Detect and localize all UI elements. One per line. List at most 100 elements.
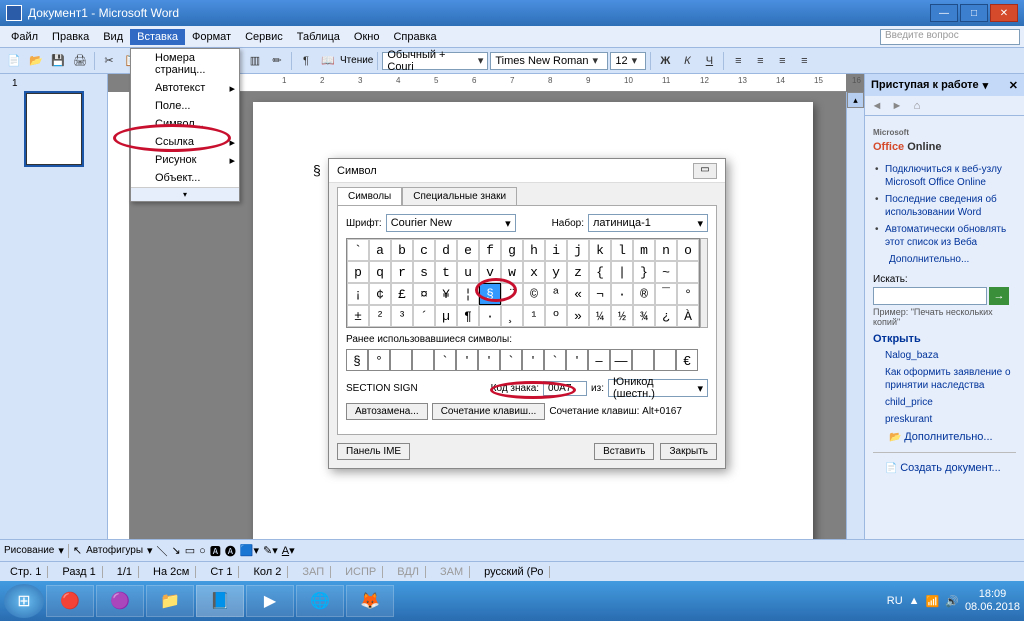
- vertical-scrollbar[interactable]: ▴: [846, 92, 864, 539]
- help-search[interactable]: Введите вопрос: [880, 29, 1020, 45]
- menu-view[interactable]: Вид: [96, 29, 130, 45]
- recent-char[interactable]: §: [346, 349, 368, 371]
- tray-clock[interactable]: 18:09 08.06.2018: [965, 588, 1020, 614]
- file-link[interactable]: Как оформить заявление о принятии наслед…: [873, 364, 1016, 394]
- char-cell[interactable]: £: [391, 283, 413, 305]
- link-connect[interactable]: Подключиться к веб-узлу Microsoft Office…: [873, 161, 1016, 191]
- taskbar-firefox[interactable]: 🦊: [346, 585, 394, 617]
- tab-special[interactable]: Специальные знаки: [402, 187, 517, 205]
- subset-select[interactable]: латиница-1▾: [588, 214, 708, 232]
- file-link[interactable]: child_price: [873, 394, 1016, 411]
- menu-autotext[interactable]: Автотекст▸: [131, 79, 239, 97]
- line-icon[interactable]: ＼: [157, 543, 168, 559]
- pointer-icon[interactable]: ↖: [73, 544, 82, 557]
- page-thumbnail[interactable]: [26, 93, 82, 165]
- fill-color-icon[interactable]: 🟦▾: [240, 544, 259, 557]
- shortcut-button[interactable]: Сочетание клавиш...: [432, 403, 546, 420]
- new-icon[interactable]: 📄: [4, 51, 24, 71]
- char-cell[interactable]: ¨: [501, 283, 523, 305]
- close-button[interactable]: ✕: [990, 4, 1018, 22]
- bold-icon[interactable]: Ж: [655, 51, 675, 71]
- char-cell[interactable]: À: [677, 305, 699, 327]
- wordart-icon[interactable]: 🅐: [225, 543, 236, 559]
- menu-picture[interactable]: Рисунок▸: [131, 151, 239, 169]
- autoshapes-menu[interactable]: Автофигуры: [86, 545, 143, 556]
- char-cell[interactable]: §: [479, 283, 501, 305]
- char-cell[interactable]: x: [523, 261, 545, 283]
- menu-expand-icon[interactable]: ▾: [131, 187, 239, 201]
- maximize-button[interactable]: □: [960, 4, 988, 22]
- taskbar-yandex[interactable]: 🔴: [46, 585, 94, 617]
- menu-help[interactable]: Справка: [386, 29, 443, 45]
- recent-char[interactable]: €: [676, 349, 698, 371]
- create-doc-link[interactable]: 📄 Создать документ...: [873, 459, 1016, 477]
- menu-page-numbers[interactable]: Номера страниц...: [131, 49, 239, 79]
- status-rec[interactable]: ЗАП: [296, 566, 331, 578]
- open-icon[interactable]: 📂: [26, 51, 46, 71]
- recent-char[interactable]: ': [456, 349, 478, 371]
- char-cell[interactable]: °: [677, 283, 699, 305]
- char-cell[interactable]: ¼: [589, 305, 611, 327]
- char-cell[interactable]: t: [435, 261, 457, 283]
- minimize-button[interactable]: —: [930, 4, 958, 22]
- from-select[interactable]: Юникод (шестн.)▾: [608, 379, 708, 397]
- tray-flag-icon[interactable]: ▲: [909, 595, 920, 607]
- recent-char[interactable]: ': [566, 349, 588, 371]
- recent-char[interactable]: °: [368, 349, 390, 371]
- file-link[interactable]: preskurant: [873, 411, 1016, 428]
- char-cell[interactable]: v: [479, 261, 501, 283]
- char-cell[interactable]: ±: [347, 305, 369, 327]
- taskpane-dropdown-icon[interactable]: ▾: [983, 79, 989, 92]
- char-cell[interactable]: ¶: [457, 305, 479, 327]
- draw-menu[interactable]: Рисование: [4, 545, 54, 556]
- char-cell[interactable]: i: [545, 239, 567, 261]
- read-icon[interactable]: 📖: [318, 51, 338, 71]
- char-cell[interactable]: g: [501, 239, 523, 261]
- char-cell[interactable]: a: [369, 239, 391, 261]
- char-cell[interactable]: m: [633, 239, 655, 261]
- taskbar-explorer[interactable]: 📁: [146, 585, 194, 617]
- grid-scrollbar[interactable]: [700, 238, 708, 328]
- char-cell[interactable]: e: [457, 239, 479, 261]
- char-cell[interactable]: ¦: [457, 283, 479, 305]
- dialog-close-icon[interactable]: ▭: [693, 163, 717, 179]
- tray-lang[interactable]: RU: [887, 595, 903, 607]
- ime-button[interactable]: Панель IME: [337, 443, 410, 460]
- char-cell[interactable]: d: [435, 239, 457, 261]
- forward-icon[interactable]: ►: [889, 98, 905, 114]
- oval-icon[interactable]: ○: [199, 545, 206, 557]
- status-lang[interactable]: русский (Ро: [478, 566, 550, 578]
- char-cell[interactable]: ½: [611, 305, 633, 327]
- char-cell[interactable]: u: [457, 261, 479, 283]
- code-input[interactable]: [543, 381, 587, 396]
- file-more[interactable]: 📂 Дополнительно...: [873, 428, 1016, 446]
- char-cell[interactable]: c: [413, 239, 435, 261]
- read-label[interactable]: Чтение: [340, 55, 373, 66]
- char-cell[interactable]: º: [545, 305, 567, 327]
- char-cell[interactable]: l: [611, 239, 633, 261]
- para-icon[interactable]: ¶: [296, 51, 316, 71]
- char-cell[interactable]: h: [523, 239, 545, 261]
- save-icon[interactable]: 💾: [48, 51, 68, 71]
- char-cell[interactable]: ²: [369, 305, 391, 327]
- char-cell[interactable]: `: [347, 239, 369, 261]
- char-cell[interactable]: ·: [611, 283, 633, 305]
- font-color-icon[interactable]: A▾: [282, 544, 295, 557]
- char-cell[interactable]: ¥: [435, 283, 457, 305]
- tab-symbols[interactable]: Символы: [337, 187, 402, 205]
- char-cell[interactable]: r: [391, 261, 413, 283]
- search-go-button[interactable]: →: [989, 287, 1009, 305]
- align-center-icon[interactable]: ≡: [750, 51, 770, 71]
- recent-char[interactable]: —: [610, 349, 632, 371]
- char-cell[interactable]: z: [567, 261, 589, 283]
- char-cell[interactable]: q: [369, 261, 391, 283]
- char-cell[interactable]: [677, 261, 699, 283]
- size-combo[interactable]: 12▾: [610, 52, 646, 70]
- char-cell[interactable]: ¸: [501, 305, 523, 327]
- char-cell[interactable]: ®: [633, 283, 655, 305]
- recent-char[interactable]: `: [434, 349, 456, 371]
- char-cell[interactable]: ª: [545, 283, 567, 305]
- char-cell[interactable]: ~: [655, 261, 677, 283]
- char-cell[interactable]: ¯: [655, 283, 677, 305]
- char-cell[interactable]: ¡: [347, 283, 369, 305]
